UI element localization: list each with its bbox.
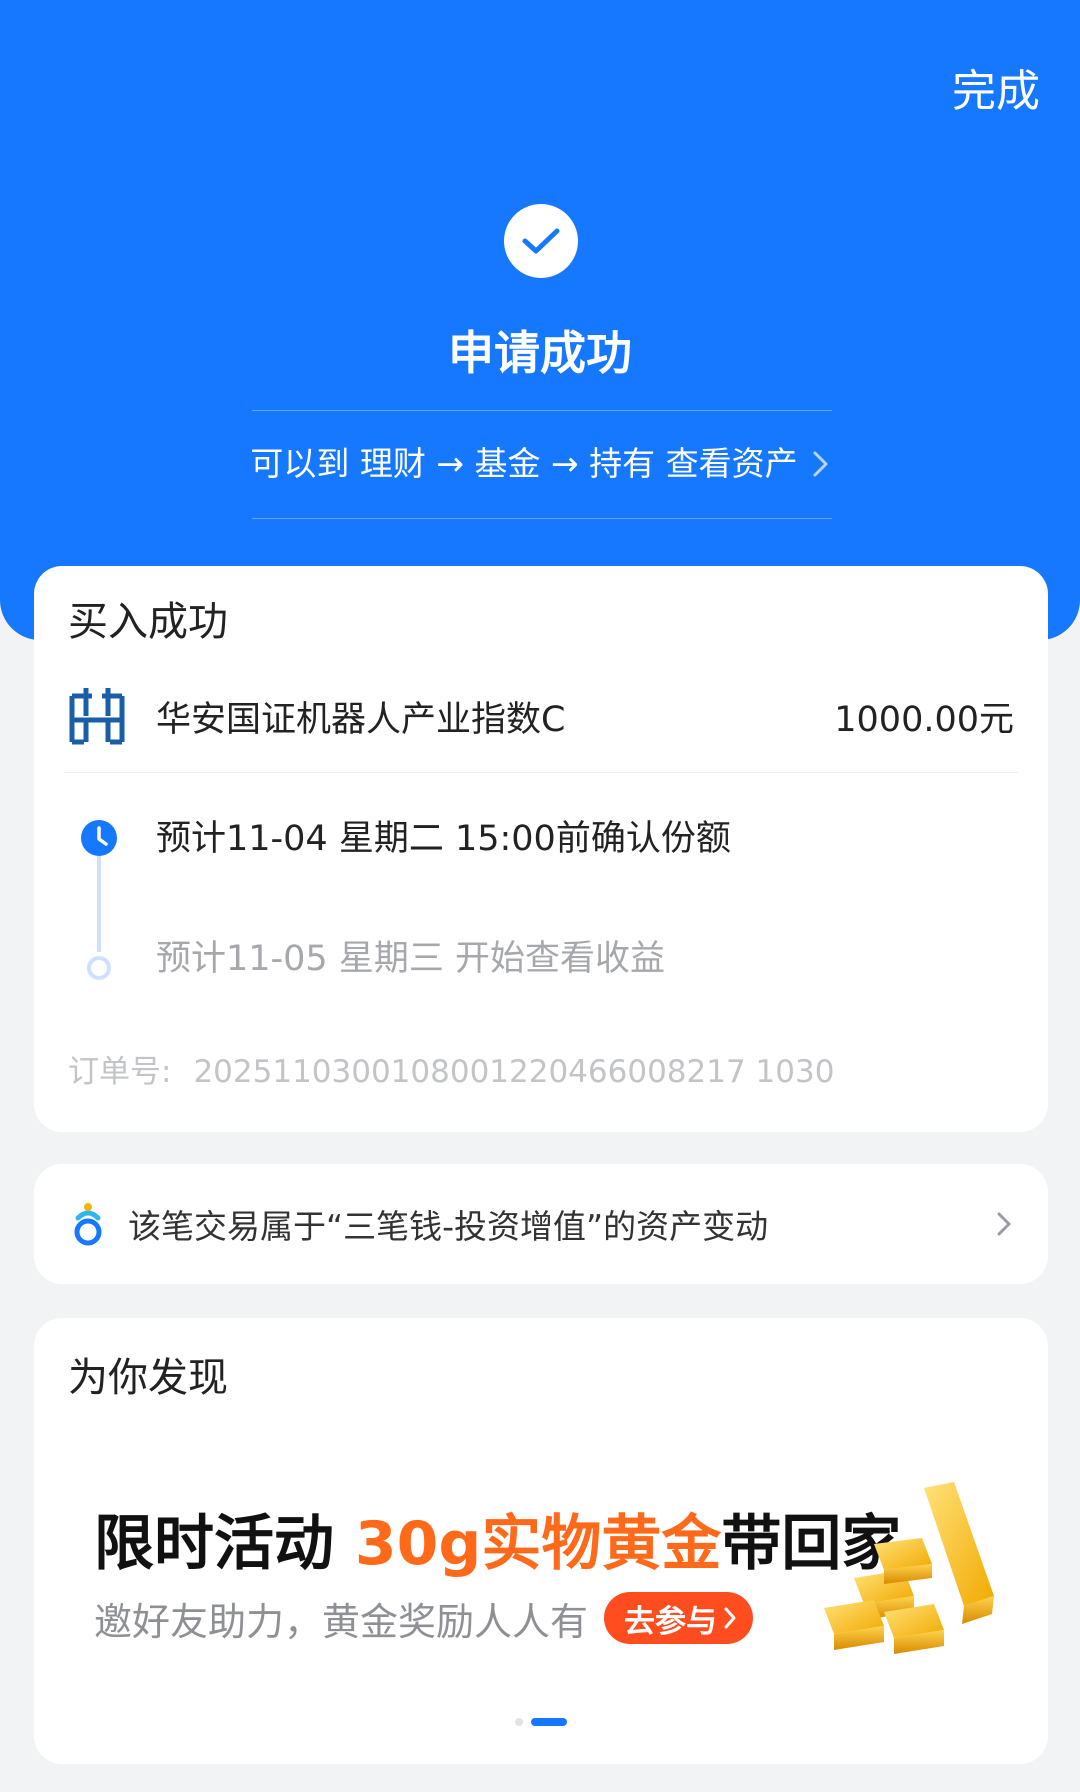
success-check-icon [504, 204, 578, 278]
carousel-pager[interactable] [34, 1718, 1048, 1726]
step-view-earnings: 预计11-05 星期三 开始查看收益 [156, 939, 665, 979]
promo-subtitle: 邀好友助力，黄金奖励人人有 [94, 1599, 589, 1644]
done-button[interactable]: 完成 [952, 64, 1040, 120]
divider [252, 518, 832, 519]
timeline-connector [97, 856, 101, 952]
order-number: 2025110300108001220466008217 1030 [193, 1054, 835, 1090]
pager-dot [515, 1718, 523, 1726]
divider [252, 410, 832, 411]
promo-subline: 邀好友助力，黄金奖励人人有 去参与 [94, 1590, 754, 1646]
discover-title: 为你发现 [68, 1355, 228, 1401]
purchase-title: 买入成功 [68, 599, 228, 645]
three-money-icon [74, 1203, 102, 1246]
page: 完成 申请成功 可以到 理财 → 基金 → 持有 查看资产 买入成功 华安国证机… [0, 0, 1080, 1792]
view-assets-link[interactable]: 可以到 理财 → 基金 → 持有 查看资产 [0, 438, 1080, 490]
asset-change-card[interactable]: 该笔交易属于“三笔钱-投资增值”的资产变动 [34, 1164, 1048, 1284]
order-label: 订单号: [68, 1054, 172, 1090]
divider [64, 772, 1018, 773]
fund-company-logo-icon [69, 688, 125, 745]
gold-bars-icon[interactable] [814, 1478, 1004, 1668]
chevron-right-icon [997, 1212, 1011, 1236]
status-title: 申请成功 [448, 326, 632, 380]
join-label: 去参与 [624, 1603, 718, 1640]
promo-highlight: 30g实物黄金 [354, 1509, 722, 1579]
success-header: 完成 申请成功 可以到 理财 → 基金 → 持有 查看资产 [0, 0, 1080, 640]
discover-card: 为你发现 限时活动 30g实物黄金带回家 邀好友助力，黄金奖励人人有 去参与 [34, 1318, 1048, 1764]
fund-name: 华安国证机器人产业指数C [156, 699, 566, 740]
asset-change-row[interactable]: 该笔交易属于“三笔钱-投资增值”的资产变动 [70, 1164, 1012, 1284]
chevron-right-icon [724, 1607, 736, 1629]
promo-headline[interactable]: 限时活动 30g实物黄金带回家 [94, 1504, 901, 1584]
view-assets-hint: 可以到 理财 → 基金 → 持有 查看资产 [250, 444, 798, 483]
step-confirm-shares: 预计11-04 星期二 15:00前确认份额 [156, 819, 731, 859]
purchase-card: 买入成功 华安国证机器人产业指数C 1000.00元 预计11-04 星期二 1… [34, 566, 1048, 1132]
join-button[interactable]: 去参与 [604, 1592, 754, 1644]
asset-change-text: 该笔交易属于“三笔钱-投资增值”的资产变动 [128, 1207, 769, 1246]
clock-icon [81, 820, 117, 856]
purchase-amount: 1000.00元 [834, 699, 1014, 740]
pager-dot-active [531, 1718, 567, 1726]
fund-row[interactable]: 华安国证机器人产业指数C 1000.00元 [68, 678, 1014, 754]
timeline-pending-dot [87, 956, 111, 980]
order-info: 订单号: 2025110300108001220466008217 1030 [68, 1050, 834, 1094]
chevron-right-icon [813, 451, 828, 477]
promo-prefix: 限时活动 [94, 1509, 355, 1579]
